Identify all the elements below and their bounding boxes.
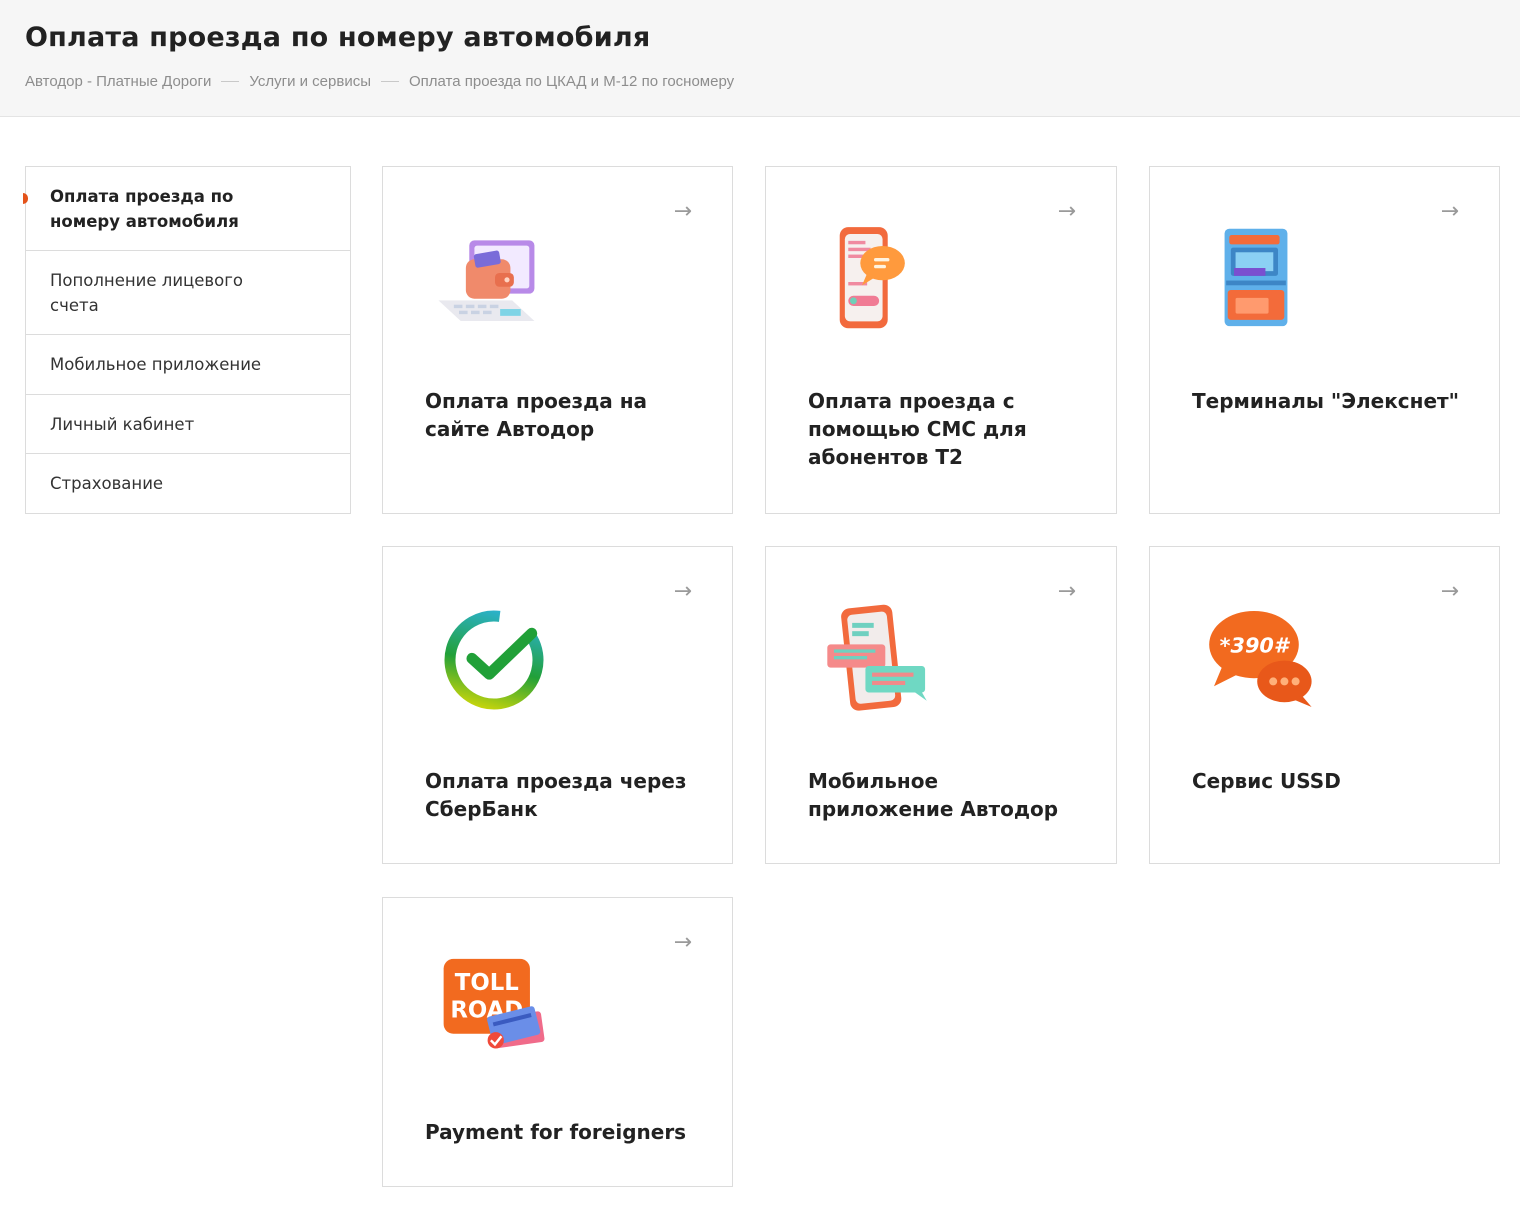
page-title: Оплата проезда по номеру автомобиля (25, 22, 651, 53)
sidebar-item-mobile-app[interactable]: Мобильное приложение (26, 335, 350, 395)
toll-text: TOLL (455, 970, 519, 996)
phone-sms-icon (839, 227, 905, 329)
service-card-mobile-app[interactable]: → Мобильное приложение Автодор (765, 546, 1117, 864)
arrow-right-icon: → (1440, 579, 1459, 604)
arrow-right-icon: → (1057, 579, 1076, 604)
sidebar-item-payment-by-plate[interactable]: Оплата проезда по номеру автомобиля (23, 167, 350, 251)
card-title: Payment for foreigners (425, 1120, 687, 1144)
sidebar-item-label: Оплата проезда по номеру автомобиля (50, 186, 239, 231)
service-card-terminals[interactable]: → Терминалы "Элекснет" (1149, 166, 1500, 514)
card-title: Оплата проезда на сайте Автодор (425, 389, 648, 441)
ussd-code-text: *390# (1220, 634, 1291, 658)
arrow-right-icon: → (673, 579, 692, 604)
service-card-foreigners[interactable]: → TOLL ROAD Payment for foreigners (382, 897, 733, 1187)
breadcrumb: Автодор - Платные Дороги Услуги и сервис… (25, 73, 734, 90)
page-header: Оплата проезда по номеру автомобиля Авто… (0, 0, 1520, 117)
sidebar-item-account-topup[interactable]: Пополнение лицевого счета (26, 251, 350, 335)
card-title: Оплата проезда через СберБанк (425, 769, 687, 821)
terminal-icon (1224, 228, 1288, 327)
card-title: Оплата проезда с помощью СМС для абонент… (808, 389, 1027, 469)
arrow-right-icon: → (673, 199, 692, 224)
service-card-website-payment[interactable]: → Оплата проезда на сайте Автодор (382, 166, 733, 514)
service-card-sberbank[interactable]: → Оплата проезда через СберБанк (382, 546, 733, 864)
wallet-laptop-icon (438, 240, 535, 321)
card-title: Терминалы "Элекснет" (1192, 389, 1460, 413)
card-title: Сервис USSD (1192, 769, 1341, 793)
card-title: Мобильное приложение Автодор (808, 769, 1059, 821)
sidebar-item-label: Личный кабинет (50, 414, 195, 434)
arrow-right-icon: → (1440, 199, 1459, 224)
arrow-right-icon: → (673, 930, 692, 955)
sidebar-menu: Оплата проезда по номеру автомобиля Попо… (23, 166, 351, 514)
sidebar-item-label: Страхование (50, 474, 164, 493)
sidebar-item-insurance[interactable]: Страхование (26, 454, 350, 513)
service-card-sms-payment[interactable]: → Оплата проезда с помощью СМС для абоне… (765, 166, 1117, 514)
sidebar-item-label: Мобильное приложение (50, 355, 262, 374)
breadcrumb-current: Оплата проезда по ЦКАД и М-12 по госноме… (408, 73, 735, 90)
sberbank-icon (444, 610, 544, 710)
mobile-app-icon (827, 604, 927, 711)
service-card-ussd[interactable]: → *390# Сервис USSD (1149, 546, 1500, 864)
breadcrumb-link-services[interactable]: Услуги и сервисы (249, 73, 371, 90)
sidebar-item-label: Пополнение лицевого счета (50, 270, 244, 315)
ussd-icon: *390# (1209, 611, 1312, 707)
breadcrumb-separator (380, 81, 399, 82)
arrow-right-icon: → (1057, 199, 1076, 224)
breadcrumb-separator (221, 81, 240, 82)
breadcrumb-link-home[interactable]: Автодор - Платные Дороги (25, 73, 211, 90)
toll-road-icon: TOLL ROAD (443, 958, 545, 1049)
sidebar-item-personal-account[interactable]: Личный кабинет (26, 395, 350, 454)
